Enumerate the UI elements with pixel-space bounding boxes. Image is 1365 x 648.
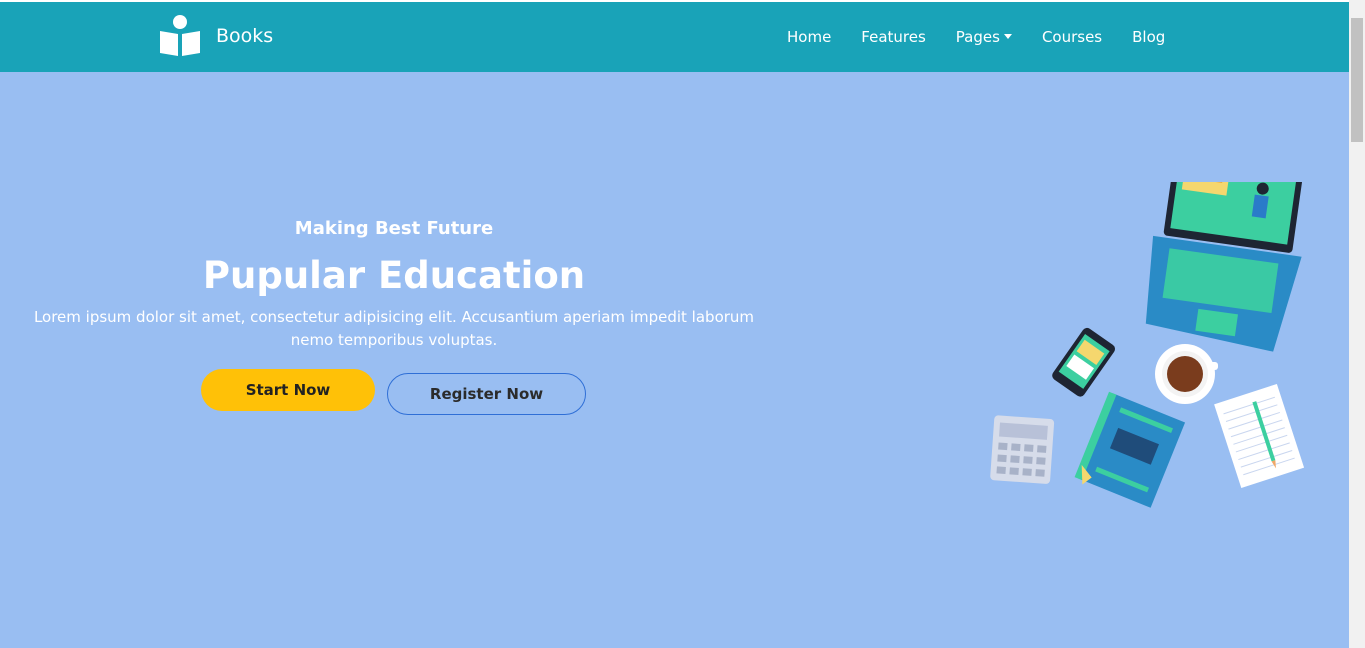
start-now-button[interactable]: Start Now: [201, 369, 375, 411]
hero-section: Making Best Future Pupular Education Lor…: [0, 72, 1349, 648]
nav-home[interactable]: Home: [787, 28, 831, 46]
caret-down-icon: [1003, 33, 1012, 39]
book-reader-icon: [160, 15, 200, 56]
register-now-button[interactable]: Register Now: [387, 373, 586, 415]
scrollbar-thumb[interactable]: [1351, 18, 1363, 142]
brand-link[interactable]: Books: [158, 14, 273, 58]
hero-description: Lorem ipsum dolor sit amet, consectetur …: [33, 308, 755, 349]
laptop-icon: [1145, 182, 1305, 352]
nav-features[interactable]: Features: [861, 28, 926, 46]
nav-pages-label: Pages: [955, 28, 1000, 46]
nav-pages-dropdown[interactable]: Pages: [956, 28, 1012, 46]
brand-name: Books: [216, 25, 274, 47]
hero-title: Pupular Education: [202, 254, 586, 297]
calculator-icon: [990, 415, 1055, 484]
notepad-icon: [1214, 383, 1305, 489]
nav-menu: Home Features Pages Courses Blog: [772, 2, 1180, 72]
nav-courses[interactable]: Courses: [1042, 28, 1102, 46]
page: Books Home Features Pages Courses Blog M…: [0, 0, 1365, 648]
navbar: Books Home Features Pages Courses Blog: [0, 2, 1349, 72]
desk-illustration: [990, 182, 1305, 508]
nav-blog[interactable]: Blog: [1132, 28, 1165, 46]
phone-icon: [1052, 327, 1115, 397]
coffee-cup-icon: [1155, 344, 1218, 404]
vertical-scrollbar[interactable]: [1349, 0, 1365, 648]
book-icon: [1074, 391, 1186, 508]
hero-subtitle: Making Best Future: [294, 218, 494, 239]
